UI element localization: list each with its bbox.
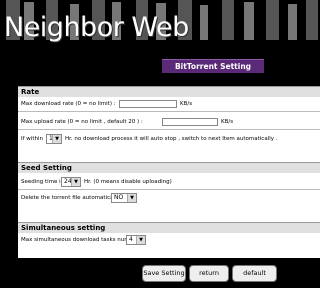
section-simultaneous-title: Simultaneous setting (18, 222, 320, 233)
seeding-time-suffix: Hr. (0 means disable uploading) (84, 179, 172, 185)
divider (18, 129, 320, 130)
within-hours-select[interactable]: 1 ▼ (46, 134, 62, 144)
page-heading: BitTorrent Setting (174, 62, 252, 71)
divider (18, 189, 320, 190)
skyline-building (288, 4, 297, 40)
seeding-time-prefix: Seeding time is (21, 179, 64, 185)
chevron-down-icon: ▼ (71, 178, 80, 186)
default-button[interactable]: default (232, 265, 277, 282)
max-tasks-label: Max simultaneous download tasks number (21, 237, 139, 243)
seeding-time-select[interactable]: 24 ▼ (61, 177, 81, 187)
skyline-building (200, 5, 208, 40)
max-upload-input[interactable] (162, 118, 218, 126)
skyline-building (306, 0, 318, 40)
chevron-down-icon: ▼ (127, 194, 136, 202)
skyline-building (266, 0, 279, 40)
app-logo: Neighbor Web (4, 12, 189, 43)
divider (18, 111, 320, 112)
skyline-building (244, 2, 254, 40)
return-button[interactable]: return (189, 265, 229, 282)
max-tasks-value: 4 (129, 236, 133, 243)
max-upload-label: Max upload rate (0 = no limit , default … (21, 119, 143, 125)
max-tasks-select[interactable]: 4 ▼ (126, 235, 146, 245)
delete-torrent-select[interactable]: NO ▼ (111, 193, 137, 203)
delete-torrent-label: Delete the torrent file automatically (21, 195, 120, 201)
settings-panel: Rate Max download rate (0 = no limit) : … (18, 86, 320, 258)
chevron-down-icon: ▼ (52, 135, 61, 143)
section-seed-title: Seed Setting (18, 162, 320, 173)
page-heading-tab: BitTorrent Setting (162, 59, 264, 73)
within-prefix: If within (21, 136, 43, 142)
delete-torrent-value: NO (114, 194, 124, 201)
chevron-down-icon: ▼ (136, 236, 145, 244)
header-banner: Neighbor Web (0, 0, 320, 56)
max-download-label: Max download rate (0 = no limit) : (21, 101, 116, 107)
skyline-building (222, 0, 234, 40)
max-download-unit: KB/s (180, 101, 193, 107)
max-upload-unit: KB/s (221, 119, 234, 125)
max-download-input[interactable] (119, 100, 177, 108)
save-setting-button[interactable]: Save Setting (142, 265, 186, 282)
section-rate-title: Rate (18, 86, 320, 97)
within-suffix: Hr. no download process it will auto sto… (65, 136, 278, 142)
